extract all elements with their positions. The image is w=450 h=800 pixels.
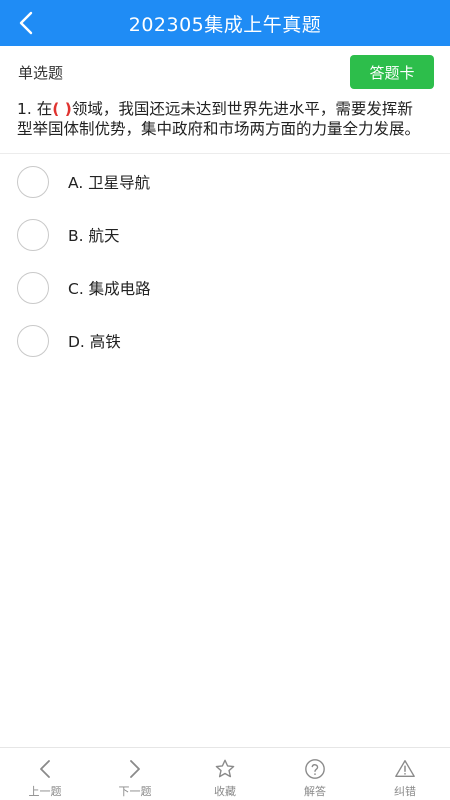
- radio-unchecked-icon[interactable]: [17, 165, 49, 198]
- option-label: B. 航天: [68, 226, 120, 245]
- divider: [0, 153, 450, 154]
- answer-card-button[interactable]: 答题卡: [350, 55, 434, 89]
- tab-label: 纠错: [394, 785, 416, 798]
- tab-next[interactable]: 下一题: [90, 748, 180, 800]
- radio-unchecked-icon[interactable]: [17, 271, 49, 304]
- option-label: A. 卫星导航: [68, 173, 151, 192]
- option-c[interactable]: C. 集成电路: [0, 261, 450, 314]
- chevron-left-icon: [19, 11, 33, 35]
- question-stem: 1. 在( )领域，我国还远未达到世界先进水平，需要发挥新型举国体制优势，集中政…: [17, 99, 427, 139]
- option-a[interactable]: A. 卫星导航: [0, 155, 450, 208]
- tab-label: 上一题: [28, 785, 62, 798]
- radio-unchecked-icon[interactable]: [17, 218, 49, 251]
- option-b[interactable]: B. 航天: [0, 208, 450, 261]
- bottom-tabbar: 上一题 下一题 收藏 解答 纠错: [0, 747, 450, 800]
- chevron-left-icon: [33, 757, 57, 781]
- radio-unchecked-icon[interactable]: [17, 324, 49, 357]
- tab-label: 下一题: [118, 785, 152, 798]
- tab-answer[interactable]: 解答: [270, 748, 360, 800]
- page-title: 202305集成上午真题: [128, 13, 322, 36]
- warning-triangle-icon: [393, 757, 417, 781]
- question-text: 领域，我国还远未达到世界先进水平，需要发挥新型举国体制优势，集中政府和市场两方面…: [17, 100, 421, 138]
- back-button[interactable]: [10, 8, 42, 38]
- question-circle-icon: [303, 757, 327, 781]
- question-type-label: 单选题: [18, 63, 64, 82]
- tab-label: 收藏: [214, 785, 236, 798]
- tab-report-error[interactable]: 纠错: [360, 748, 450, 800]
- question-number: 1.: [17, 100, 32, 118]
- question-prefix: 在: [36, 100, 53, 118]
- tab-favorite[interactable]: 收藏: [180, 748, 270, 800]
- question-blank: ( ): [52, 100, 72, 118]
- options-list: A. 卫星导航 B. 航天 C. 集成电路 D. 高铁: [0, 155, 450, 367]
- tab-previous[interactable]: 上一题: [0, 748, 90, 800]
- option-label: D. 高铁: [68, 332, 121, 351]
- option-d[interactable]: D. 高铁: [0, 314, 450, 367]
- option-label: C. 集成电路: [68, 279, 151, 298]
- question-type-bar: 单选题 答题卡: [0, 46, 450, 98]
- tab-label: 解答: [304, 785, 326, 798]
- chevron-right-icon: [123, 757, 147, 781]
- header-bar: 202305集成上午真题: [0, 0, 450, 46]
- star-icon: [213, 757, 237, 781]
